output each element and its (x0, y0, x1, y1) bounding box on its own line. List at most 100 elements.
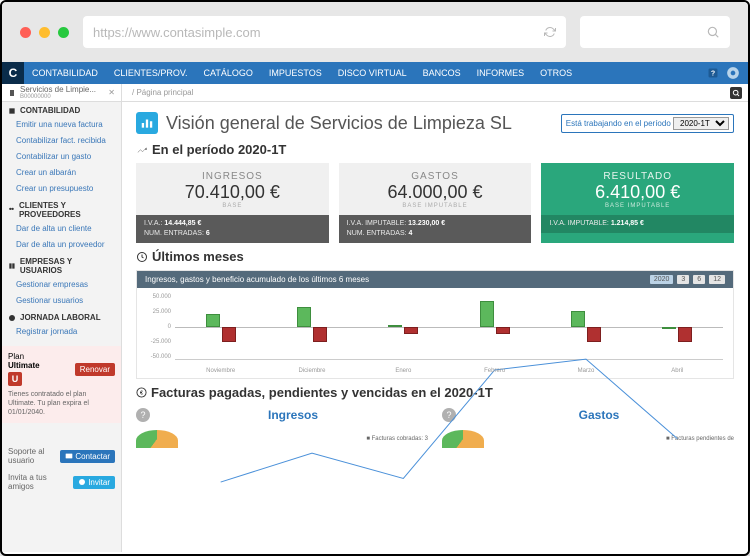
section-icon (8, 206, 15, 214)
months-heading: Últimos meses (136, 249, 734, 264)
range-button[interactable]: 3 (677, 275, 689, 284)
sidebar-section-header: JORNADA LABORAL (2, 309, 121, 324)
help-badge-icon[interactable]: ? (136, 408, 150, 422)
card-value: 64.000,00 € (349, 182, 522, 203)
sidebar-item[interactable]: Dar de alta un cliente (2, 221, 121, 237)
contact-button[interactable]: Contactar (60, 450, 115, 463)
nav-item[interactable]: INFORMES (469, 62, 533, 84)
sidebar-item[interactable]: Emitir una nueva factura (2, 117, 121, 133)
section-icon (8, 107, 16, 115)
nav-item[interactable]: CATÁLOGO (196, 62, 261, 84)
share-icon (78, 478, 86, 486)
chart-title: Ingresos, gastos y beneficio acumulado d… (145, 275, 369, 284)
bar-ingresos (480, 301, 494, 327)
invite-button[interactable]: Invitar (73, 476, 115, 489)
bar-ingresos (206, 314, 220, 327)
chart-icon (136, 112, 158, 134)
app-top-nav: C CONTABILIDADCLIENTES/PROV.CATÁLOGOIMPU… (2, 62, 748, 84)
card-sub: BASE IMPUTABLE (349, 203, 522, 209)
app-logo[interactable]: C (2, 62, 24, 84)
sidebar-item[interactable]: Contabilizar un gasto (2, 149, 121, 165)
chart-body: 50.00025.0000-25.000-50.000 NoviembreDic… (137, 288, 733, 378)
minimize-dot[interactable] (39, 27, 50, 38)
trend-icon (136, 144, 148, 156)
card-sub: BASE (146, 203, 319, 209)
browser-search[interactable] (580, 16, 730, 48)
x-label: Marzo (540, 368, 631, 374)
period-select[interactable]: 2020-1T (673, 117, 729, 130)
company-name: Servicios de Limpie... (20, 85, 104, 94)
period-badge: Está trabajando en el período 2020-1T (561, 114, 734, 133)
company-selector[interactable]: Servicios de Limpie... B00000000 ✕ (2, 84, 122, 101)
sidebar: CONTABILIDADEmitir una nueva facturaCont… (2, 102, 122, 552)
x-label: Febrero (449, 368, 540, 374)
period-heading: En el período 2020-1T (136, 142, 734, 157)
bar-gastos (678, 327, 692, 342)
card-label: RESULTADO (551, 171, 724, 182)
range-button[interactable]: 12 (709, 275, 725, 284)
location-icon[interactable] (726, 66, 740, 80)
section-icon (8, 262, 16, 270)
card-value: 6.410,00 € (551, 182, 724, 203)
bar-ingresos (662, 327, 676, 329)
sidebar-item[interactable]: Registrar jornada (2, 324, 121, 340)
section-icon (8, 314, 16, 322)
renew-button[interactable]: Renovar (75, 363, 115, 376)
x-label: Noviembre (175, 368, 266, 374)
svg-text:€: € (140, 390, 143, 396)
close-icon[interactable]: ✕ (108, 88, 115, 97)
search-toggle[interactable] (730, 87, 742, 99)
breadcrumb: / Página principal (122, 88, 193, 97)
card-label: GASTOS (349, 171, 522, 182)
nav-item[interactable]: DISCO VIRTUAL (330, 62, 415, 84)
nav-item[interactable]: IMPUESTOS (261, 62, 330, 84)
building-icon (8, 89, 16, 97)
sidebar-item[interactable]: Crear un albarán (2, 165, 121, 181)
maximize-dot[interactable] (58, 27, 69, 38)
url-text: https://www.contasimple.com (93, 25, 261, 40)
x-label: Diciembre (266, 368, 357, 374)
search-icon (706, 25, 720, 39)
bar-gastos (222, 327, 236, 342)
sidebar-item[interactable]: Crear un presupuesto (2, 181, 121, 197)
company-id: B00000000 (20, 94, 104, 100)
x-label: Enero (358, 368, 449, 374)
nav-item[interactable]: CONTABILIDAD (24, 62, 106, 84)
range-button[interactable]: 2020 (650, 275, 674, 284)
main-content: Visión general de Servicios de Limpieza … (122, 102, 748, 552)
plan-name: Ultimate (8, 361, 40, 370)
support-label: Soporte al usuario (8, 447, 58, 465)
range-button[interactable]: 6 (693, 275, 705, 284)
chart-panel: Ingresos, gastos y beneficio acumulado d… (136, 270, 734, 379)
x-label: Abril (632, 368, 723, 374)
nav-item[interactable]: BANCOS (415, 62, 469, 84)
card-sub: BASE IMPUTABLE (551, 203, 724, 209)
bar-ingresos (388, 325, 402, 327)
pie-ingresos (136, 430, 178, 448)
plan-note: Tienes contratado el plan Ultimate. Tu p… (8, 390, 115, 417)
bar-gastos (404, 327, 418, 334)
svg-text:?: ? (711, 71, 715, 78)
nav-item[interactable]: OTROS (532, 62, 580, 84)
mail-icon (65, 452, 73, 460)
bar-gastos (313, 327, 327, 342)
close-dot[interactable] (20, 27, 31, 38)
bar-gastos (587, 327, 601, 342)
nav-item[interactable]: CLIENTES/PROV. (106, 62, 196, 84)
sidebar-item[interactable]: Contabilizar fact. recibida (2, 133, 121, 149)
url-bar[interactable]: https://www.contasimple.com (83, 16, 566, 48)
invite-label: Invita a tus amigos (8, 473, 58, 491)
traffic-lights (20, 27, 69, 38)
card-resultado: RESULTADO 6.410,00 € BASE IMPUTABLE I.V.… (541, 163, 734, 243)
sidebar-section-header: CLIENTES Y PROVEEDORES (2, 197, 121, 221)
bar-gastos (496, 327, 510, 334)
sidebar-item[interactable]: Dar de alta un proveedor (2, 237, 121, 253)
card-label: INGRESOS (146, 171, 319, 182)
sidebar-section-header: CONTABILIDAD (2, 102, 121, 117)
card-gastos: GASTOS 64.000,00 € BASE IMPUTABLE I.V.A.… (339, 163, 532, 243)
browser-chrome: https://www.contasimple.com (2, 2, 748, 62)
sidebar-item[interactable]: Gestionar empresas (2, 277, 121, 293)
help-icon[interactable]: ? (706, 66, 720, 80)
refresh-icon[interactable] (544, 26, 556, 38)
sidebar-item[interactable]: Gestionar usuarios (2, 293, 121, 309)
